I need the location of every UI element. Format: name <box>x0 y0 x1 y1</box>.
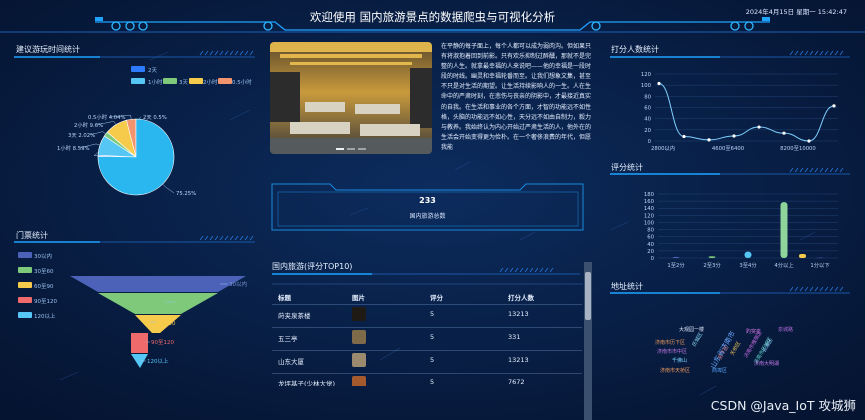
cloud-word[interactable]: 千佛山 <box>672 357 687 364</box>
x-tick-label: 1至2分 <box>667 261 685 269</box>
y-tick-label: 20 <box>647 249 654 255</box>
cloud-word[interactable]: 济南市天桥区 <box>660 367 690 374</box>
bar[interactable] <box>744 251 752 258</box>
y-tick-label: 80 <box>647 228 654 234</box>
cloud-word[interactable]: 济南市市中区 <box>657 348 687 355</box>
y-tick-label: 160 <box>644 199 655 205</box>
cloud-word[interactable]: 商埠区 <box>712 367 727 374</box>
x-tick-label: 2至3分 <box>703 261 721 269</box>
bar[interactable] <box>780 202 788 258</box>
y-tick-label: 120 <box>644 213 655 219</box>
x-tick-label: 4分以上 <box>774 261 794 269</box>
watermark-text: CSDN @Java_IoT 攻城狮 <box>710 398 856 413</box>
y-tick-label: 140 <box>644 206 655 212</box>
bar[interactable] <box>672 256 680 258</box>
y-tick-label: 180 <box>644 192 655 198</box>
x-tick-label: 1分以下 <box>810 261 829 269</box>
cloud-word[interactable]: 泉城路 <box>778 326 793 333</box>
cloud-word[interactable]: 济南大明湖 <box>754 360 779 367</box>
x-tick-label: 3至4分 <box>739 261 757 269</box>
bar[interactable] <box>816 257 824 259</box>
rating-stats-chart: 020406080 100120140160180 1至2分 2至3分 3至4分 4分以上… <box>644 192 838 269</box>
y-tick-label: 100 <box>644 220 655 226</box>
address-title: 地址统计 <box>611 282 643 291</box>
bar[interactable] <box>708 256 716 258</box>
cloud-word[interactable]: 济南市历下区 <box>655 339 685 346</box>
bar-highlight <box>799 254 806 258</box>
y-tick-label: 0 <box>651 256 655 262</box>
y-tick-label: 60 <box>647 235 654 241</box>
cloud-word[interactable]: 趵突泉 <box>746 328 761 335</box>
y-tick-label: 40 <box>647 242 654 248</box>
